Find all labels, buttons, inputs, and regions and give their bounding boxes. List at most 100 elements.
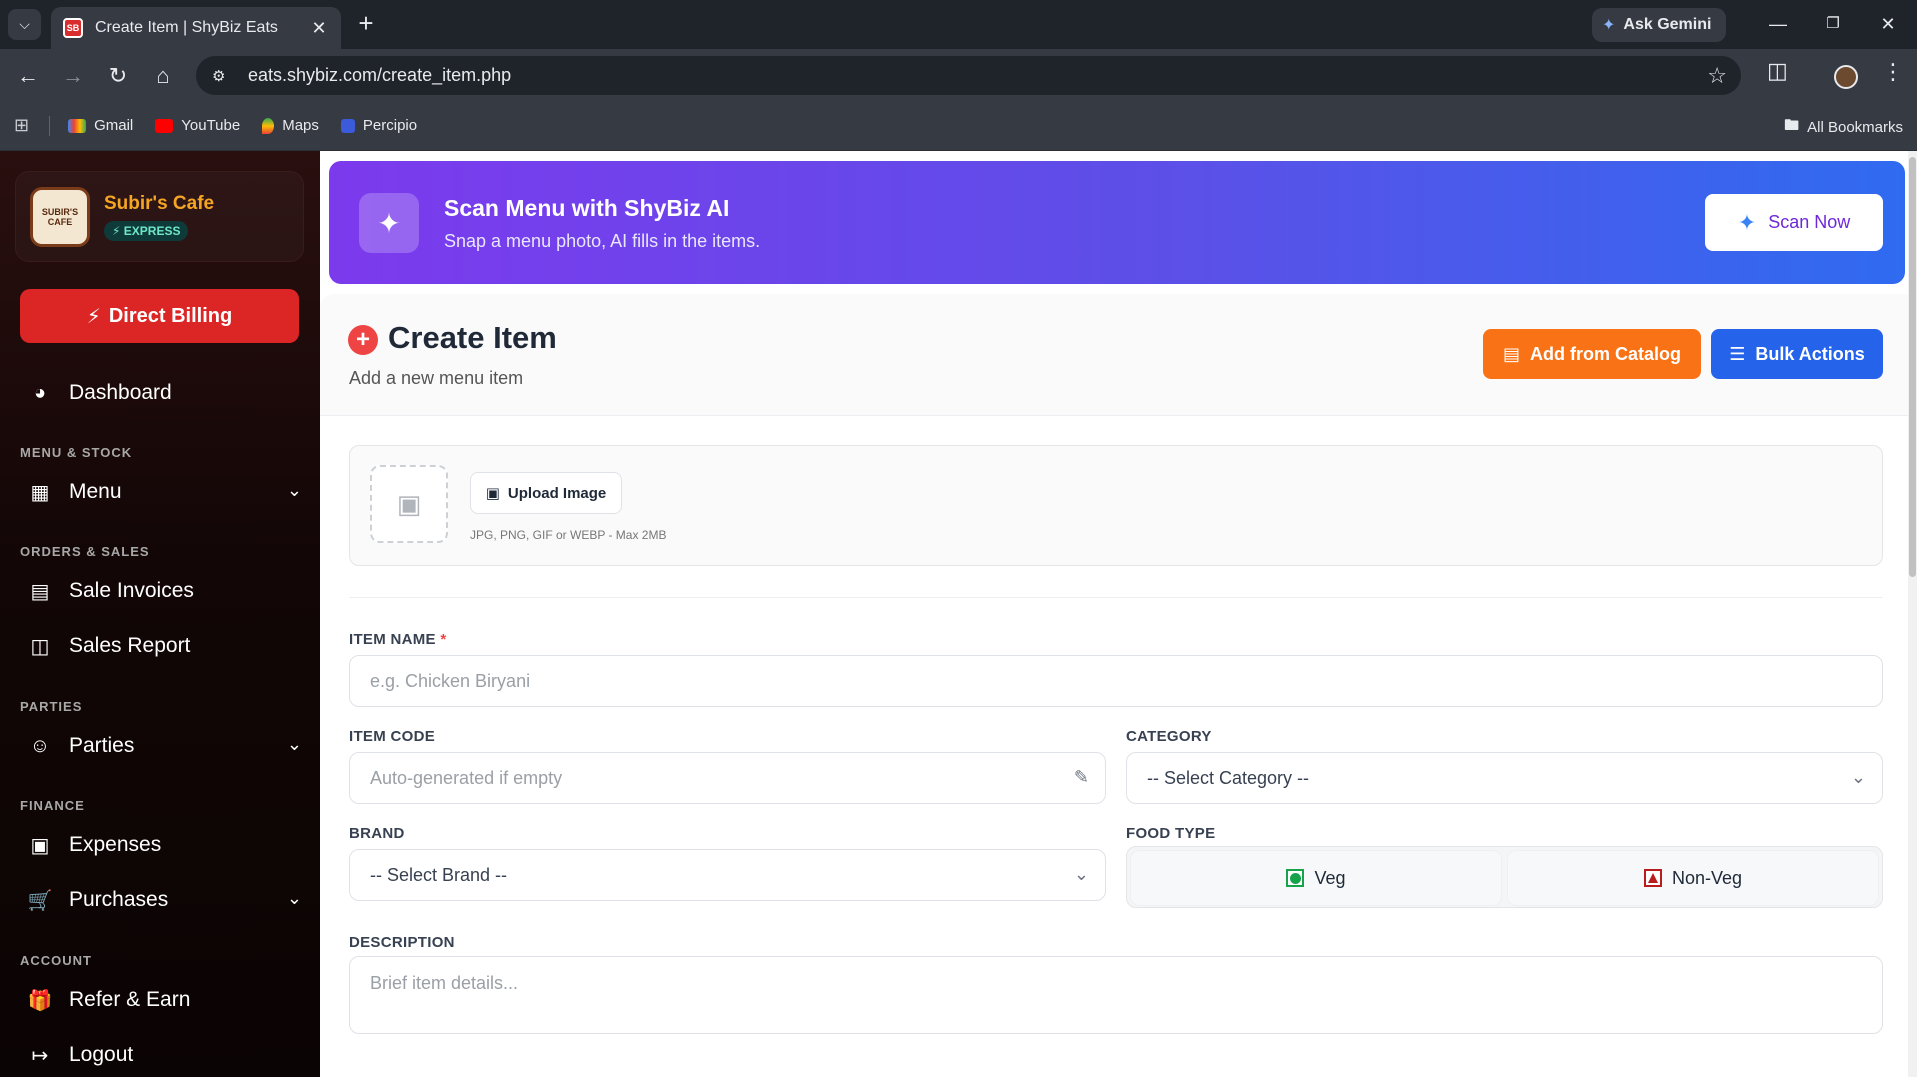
item-name-input[interactable]: e.g. Chicken Biryani [349, 655, 1883, 707]
item-code-label: ITEM CODE [349, 728, 436, 745]
all-bookmarks-button[interactable]: 🖿 All Bookmarks [1784, 115, 1903, 140]
add-from-catalog-label: Add from Catalog [1530, 343, 1681, 364]
bookmark-percipio[interactable]: Percipio [340, 117, 417, 134]
pencil-icon[interactable]: ✎ [1074, 767, 1089, 788]
page-scrollbar[interactable] [1908, 151, 1917, 1077]
boxes-icon: ▦ [30, 481, 50, 504]
item-code-input[interactable]: Auto-generated if empty ✎ [349, 752, 1106, 804]
chevron-down-icon: ⌄ [1850, 767, 1866, 787]
layers-icon: ☰ [1729, 343, 1746, 364]
back-icon[interactable]: ← [11, 59, 45, 93]
profile-avatar[interactable] [1834, 65, 1858, 89]
direct-billing-label: Direct Billing [108, 304, 233, 327]
close-window-icon[interactable]: ✕ [1868, 8, 1908, 40]
brand-card[interactable]: SUBIR'S CAFE Subir's Cafe ⚡ EXPRESS [15, 171, 304, 262]
forward-icon[interactable]: → [56, 59, 90, 93]
reload-icon[interactable]: ↻ [101, 59, 135, 93]
browser-menu-icon[interactable]: ⋮ [1882, 59, 1904, 85]
sidebar-item-menu[interactable]: ▦ Menu ⌄ [27, 472, 302, 512]
required-asterisk: * [440, 631, 447, 648]
apps-grid-icon[interactable]: ⊞ [14, 115, 29, 136]
file-icon: ◫ [30, 635, 50, 658]
receipt-icon: ▤ [30, 580, 50, 603]
bookmark-label: YouTube [181, 117, 241, 134]
bookmark-star-icon[interactable]: ☆ [1707, 63, 1727, 89]
upload-image-button[interactable]: ▣ Upload Image [470, 472, 622, 514]
sidebar-item-label: Sale Invoices [69, 579, 194, 602]
category-select[interactable]: -- Select Category -- ⌄ [1126, 752, 1883, 804]
sidebar-item-refer-earn[interactable]: 🎁 Refer & Earn [27, 980, 302, 1020]
plus-circle-icon: + [348, 325, 378, 355]
section-divider [349, 597, 1883, 598]
main-content: ✦ Scan Menu with ShyBiz AI Snap a menu p… [320, 151, 1917, 1077]
sidebar-item-label: Logout [69, 1043, 134, 1066]
scan-now-label: Scan Now [1768, 212, 1851, 232]
new-tab-button[interactable]: + [352, 10, 380, 38]
sidebar-item-dashboard[interactable]: ◕ Dashboard [27, 373, 302, 413]
scrollbar-thumb[interactable] [1909, 157, 1916, 577]
bulk-actions-label: Bulk Actions [1755, 343, 1865, 364]
direct-billing-button[interactable]: ⚡ Direct Billing [20, 289, 299, 343]
all-bookmarks-label: All Bookmarks [1807, 119, 1903, 136]
home-icon[interactable]: ⌂ [146, 59, 180, 93]
food-type-non-veg[interactable]: Non-Veg [1508, 851, 1878, 905]
item-name-label-text: ITEM NAME [349, 631, 436, 648]
sidebar-item-label: Purchases [69, 888, 169, 911]
gift-icon: 🎁 [27, 989, 53, 1012]
chevron-down-icon: ⌄ [286, 480, 302, 500]
add-from-catalog-button[interactable]: ▤ Add from Catalog [1483, 329, 1701, 379]
scan-banner-title: Scan Menu with ShyBiz AI [444, 195, 730, 221]
page-subtitle: Add a new menu item [349, 368, 524, 388]
bulk-actions-button[interactable]: ☰ Bulk Actions [1711, 329, 1883, 379]
url-input[interactable]: ⚙ eats.shybiz.com/create_item.php ☆ [196, 56, 1741, 95]
maps-pin-icon [262, 117, 275, 134]
bookmark-maps[interactable]: Maps [262, 117, 319, 134]
bookmark-gmail[interactable]: Gmail [68, 117, 133, 134]
category-label: CATEGORY [1126, 728, 1212, 745]
sidebar-item-sale-invoices[interactable]: ▤ Sale Invoices [27, 571, 302, 611]
sidebar-item-sales-report[interactable]: ◫ Sales Report [27, 626, 302, 666]
ask-gemini-label: Ask Gemini [1623, 16, 1712, 33]
site-info-icon[interactable]: ⚙ [212, 67, 238, 85]
chevron-down-icon: ⌵ [19, 16, 30, 32]
sidebar-item-expenses[interactable]: ▣ Expenses [27, 825, 302, 865]
sidebar-item-label: Parties [69, 734, 135, 757]
sidebar: SUBIR'S CAFE Subir's Cafe ⚡ EXPRESS ⚡ Di… [0, 151, 320, 1077]
sidebar-item-label: Dashboard [69, 381, 172, 404]
brand-select[interactable]: -- Select Brand -- ⌄ [349, 849, 1106, 901]
food-type-veg[interactable]: Veg [1131, 851, 1501, 905]
item-code-placeholder: Auto-generated if empty [370, 767, 563, 788]
image-placeholder-icon[interactable]: ▣ [370, 465, 448, 543]
bookmark-youtube[interactable]: YouTube [155, 117, 240, 134]
image-icon: ▣ [485, 485, 500, 502]
sidebar-item-label: Menu [69, 480, 122, 503]
scan-banner-subtitle: Snap a menu photo, AI fills in the items… [444, 231, 761, 251]
section-finance: FINANCE [20, 798, 85, 813]
gmail-icon [68, 118, 87, 133]
bookmark-label: Gmail [94, 117, 134, 134]
scan-now-button[interactable]: ✦ Scan Now [1705, 194, 1883, 251]
percipio-icon [340, 118, 355, 133]
description-textarea[interactable]: Brief item details... [349, 956, 1883, 1034]
minimize-icon[interactable]: — [1758, 8, 1798, 40]
brand-value: -- Select Brand -- [370, 864, 508, 885]
food-type-option-label: Veg [1314, 867, 1346, 888]
section-menu-stock: MENU & STOCK [20, 445, 133, 460]
tab-close-icon[interactable]: ✕ [309, 18, 329, 39]
extensions-icon[interactable]: ◫ [1767, 58, 1788, 84]
food-type-toggle: Veg Non-Veg [1126, 846, 1883, 908]
tab-title: Create Item | ShyBiz Eats [95, 19, 278, 36]
ask-gemini-button[interactable]: ✦ Ask Gemini [1592, 8, 1726, 42]
magic-wand-icon: ✦ [359, 193, 419, 253]
sidebar-item-parties[interactable]: ☺ Parties ⌄ [27, 726, 302, 766]
sidebar-item-purchases[interactable]: 🛒 Purchases ⌄ [27, 880, 302, 920]
page-header: + Create Item Add a new menu item ▤ Add … [320, 294, 1917, 416]
cart-icon: 🛒 [27, 889, 53, 912]
scan-menu-banner: ✦ Scan Menu with ShyBiz AI Snap a menu p… [329, 161, 1905, 284]
page-title: Create Item [388, 320, 557, 355]
tab-search-button[interactable]: ⌵ [8, 9, 41, 40]
brand-name: Subir's Cafe [104, 192, 215, 214]
sidebar-item-logout[interactable]: ↦ Logout [27, 1035, 302, 1075]
restore-icon[interactable]: ❐ [1813, 8, 1853, 40]
browser-tab-active[interactable]: SB Create Item | ShyBiz Eats ✕ [51, 7, 341, 49]
